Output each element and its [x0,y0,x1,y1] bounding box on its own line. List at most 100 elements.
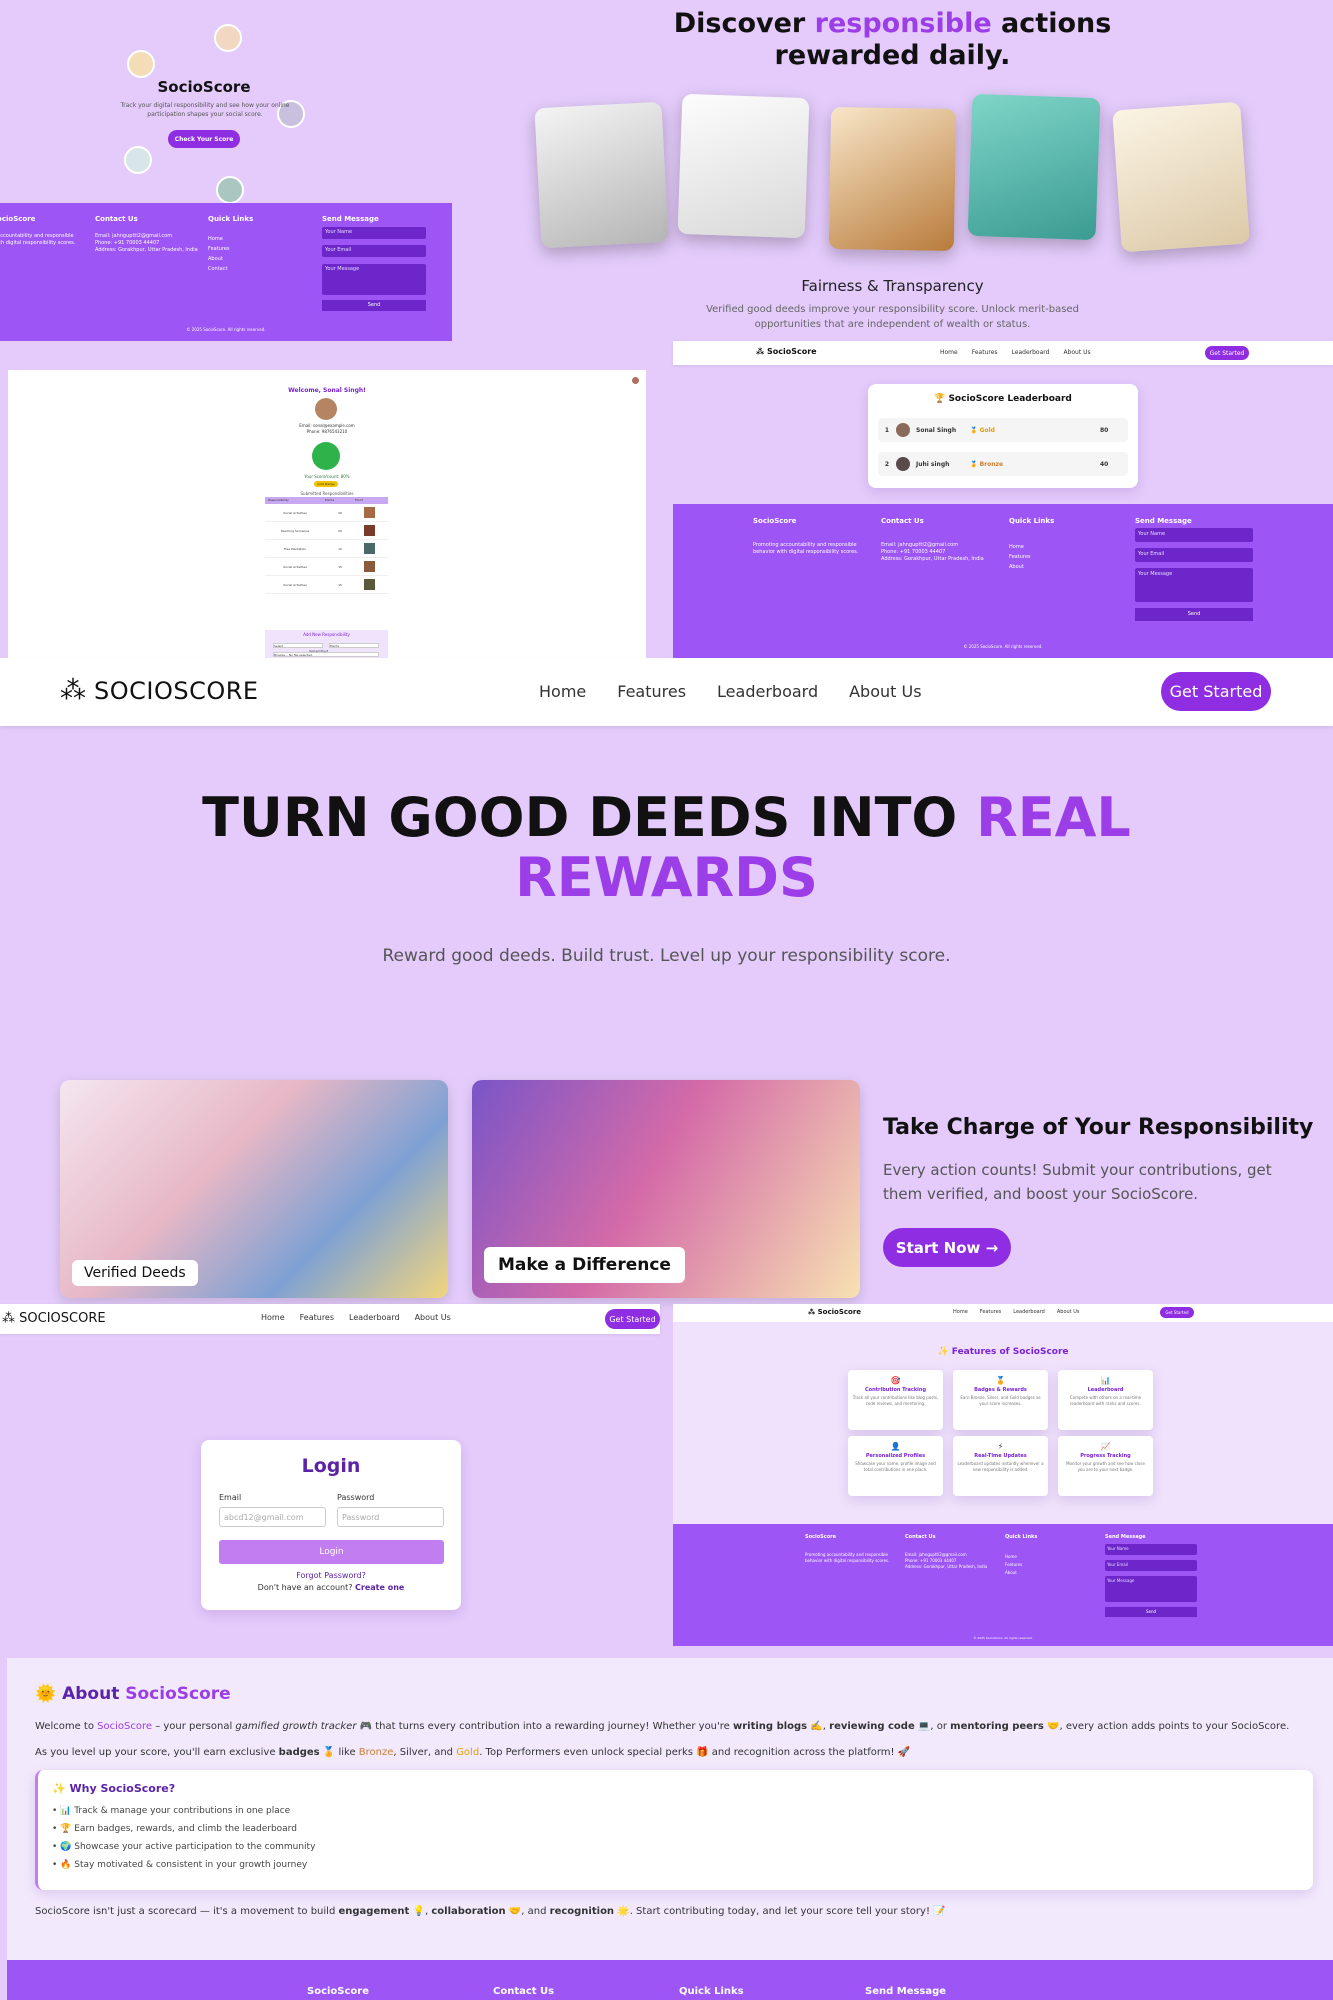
password-label: Password [337,1493,375,1502]
feature-grid: 🎯 Contribution Tracking Track all your c… [848,1370,1158,1496]
nav-features[interactable]: Features [617,682,686,701]
footer-message-input[interactable]: Your Message [1135,568,1253,602]
footer-email-input[interactable]: Your Email [322,245,426,257]
login-button[interactable]: Login [219,1540,444,1564]
nav-about[interactable]: About Us [849,682,921,701]
nav-leaderboard[interactable]: Leaderboard [1012,349,1050,356]
footer-name-input[interactable]: Your Name [1135,528,1253,542]
signup-prompt: Don't have an account? Create one [257,1583,405,1592]
footer-link-about[interactable]: About [1009,564,1024,570]
footer-message-input[interactable]: Your Message [1105,1576,1197,1602]
footer-link-home[interactable]: Home [1005,1554,1017,1559]
panel-features: ⁂ SocioScore Home Features Leaderboard Abou… [673,1304,1333,1646]
footer-link-features[interactable]: Features [1009,554,1031,560]
nav-home[interactable]: Home [953,1309,968,1315]
brand-logo[interactable]: ⁂ SOCIOSCORE [2,1311,106,1326]
nav-leaderboard[interactable]: Leaderboard [349,1313,400,1322]
feature-desc: Monitor your growth and see how close yo… [1066,1461,1145,1472]
proof-thumbnail[interactable] [364,525,375,536]
score-circle [312,442,340,470]
nav-about[interactable]: About Us [1057,1309,1080,1315]
photo-icon-tree [1112,101,1250,253]
floating-avatar-icon [216,176,244,204]
footer-phone: Phone: +91 70003 44407 [881,549,946,555]
get-started-button[interactable]: Get Started [605,1309,660,1329]
proof-thumbnail[interactable] [364,507,375,518]
footer-links-title: Quick Links [1005,1534,1038,1540]
nav-leaderboard[interactable]: Leaderboard [717,682,818,701]
badge-bronze: 🏅 Bronze [970,460,1004,468]
footer-send-button[interactable]: Send [1105,1607,1197,1617]
footer-email-input[interactable]: Your Email [1135,548,1253,562]
nav-about[interactable]: About Us [415,1313,451,1322]
points-input[interactable]: Points [329,643,379,648]
profile-phone: Phone: 9876543210 [306,429,348,434]
forgot-password-link[interactable]: Forgot Password? [201,1571,461,1580]
card-label-verified: Verified Deeds [72,1260,198,1286]
logo-text: SOCIOSCORE [94,677,259,705]
footer-link-about[interactable]: About [208,256,223,262]
select-responsibility[interactable]: Select [273,643,323,648]
start-now-button[interactable]: Start Now → [883,1228,1011,1267]
why-item: • 📊 Track & manage your contributions in… [52,1806,291,1816]
footer-send-button[interactable]: Send [1135,608,1253,621]
panel-profile: Welcome, Sonal Singh! Email: sonal@examp… [0,353,660,658]
footer-email: Email: jahnguptti2@gmail.com [95,233,173,239]
password-field[interactable]: Password [337,1507,444,1527]
nav-home[interactable]: Home [539,682,586,701]
nav-home[interactable]: Home [261,1313,285,1322]
navbar-mini: ⁂ SocioScore Home Features Leaderboard Abou… [673,341,1333,365]
footer-message-input[interactable]: Your Message [322,264,426,295]
nav-links: Home Features Leaderboard About Us [539,682,922,701]
nav-links: Home Features Leaderboard About Us [940,349,1091,356]
photo-people-figures [534,101,669,249]
footer-link-contact[interactable]: Contact [208,266,227,272]
feature-desc: Leaderboard updates instantly whenever a… [957,1461,1044,1472]
why-box: ✨ Why SocioScore? • 📊 Track & manage you… [35,1770,1313,1890]
get-started-button[interactable]: Get Started [1160,1307,1194,1318]
footer-link-about[interactable]: About [1005,1570,1017,1575]
logout-icon[interactable] [632,377,639,384]
create-account-link[interactable]: Create one [355,1583,404,1592]
footer-email-input[interactable]: Your Email [1105,1560,1197,1571]
get-started-button[interactable]: Get Started [1205,346,1249,360]
footer-link-home[interactable]: Home [1009,544,1024,550]
check-score-button[interactable]: Check Your Score [168,130,240,148]
file-input[interactable]: Browse... No file selected. [273,652,379,657]
table-row: Social Activities 20 [265,504,388,522]
footer-brand-desc: Promoting accountability and responsible… [805,1552,890,1563]
card-make-difference[interactable]: Make a Difference [472,1080,860,1298]
footer-link-features[interactable]: Features [208,246,230,252]
get-started-button[interactable]: Get Started [1161,672,1271,711]
footer-name-input[interactable]: Your Name [1105,1544,1197,1555]
footer-phone: Phone: +91 70003 44407 [905,1558,957,1563]
nav-features[interactable]: Features [980,1309,1002,1315]
footer-name-input[interactable]: Your Name [322,227,426,239]
footer-send-button[interactable]: Send [322,300,426,311]
proof-thumbnail[interactable] [364,561,375,572]
brand-logo[interactable]: ⁂ SocioScore [756,347,817,356]
brand-logo[interactable]: ⁂ SocioScore [808,1308,861,1316]
footer-link-features[interactable]: Features [1005,1562,1022,1567]
navbar-features: ⁂ SocioScore Home Features Leaderboard Abou… [673,1304,1333,1322]
medal-icon: 🏅 [995,1376,1006,1385]
footer-links-title: Quick Links [1009,517,1055,525]
nav-home[interactable]: Home [940,349,958,356]
footer-brand-desc: Promoting accountability and responsible… [0,233,76,246]
brand-logo[interactable]: ⁂ SOCIOSCORE [60,675,259,707]
nav-leaderboard[interactable]: Leaderboard [1013,1309,1045,1315]
feature-title: Personalized Profiles [865,1453,926,1459]
footer-link-home[interactable]: Home [208,236,223,242]
footer-msg-title: Send Message [1105,1534,1146,1540]
footer-address: Address: Gorakhpur, Uttar Pradesh, India [95,247,198,253]
nav-about[interactable]: About Us [1063,349,1090,356]
card-verified-deeds[interactable]: Verified Deeds [60,1080,448,1298]
proof-thumbnail[interactable] [364,579,375,590]
email-label: Email [219,1493,242,1502]
email-field[interactable]: abcd12@gmail.com [219,1507,326,1527]
photo-graduation-books [967,93,1101,241]
footer-email: Email: jahnguptti2@gmail.com [905,1552,967,1557]
nav-features[interactable]: Features [300,1313,334,1322]
nav-features[interactable]: Features [972,349,998,356]
proof-thumbnail[interactable] [364,543,375,554]
